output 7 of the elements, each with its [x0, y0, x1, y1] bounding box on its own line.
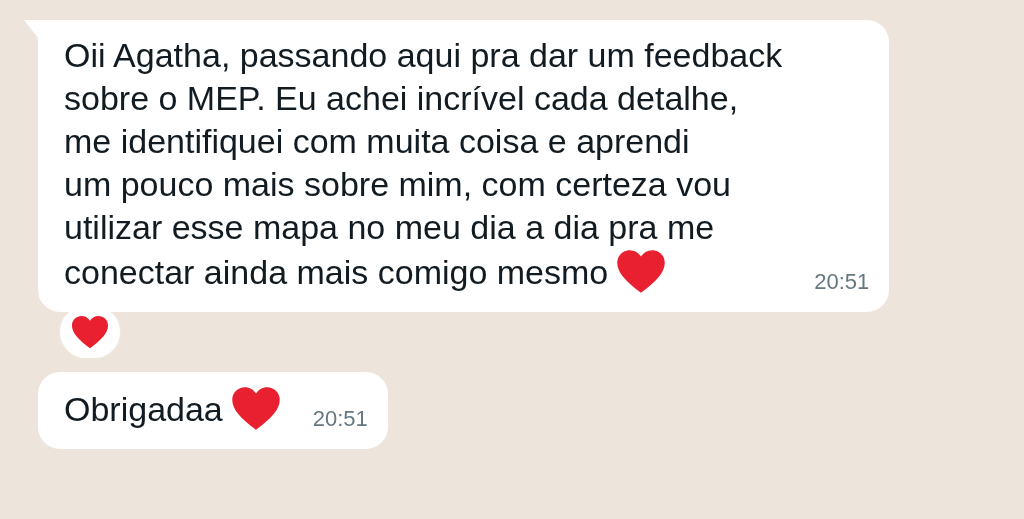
- message-time: 20:51: [312, 405, 368, 433]
- message-text: Obrigadaa: [64, 389, 223, 430]
- heart-icon: [616, 249, 667, 294]
- heart-icon: [71, 314, 109, 350]
- message-time: 20:51: [814, 268, 870, 296]
- heart-icon: [230, 386, 281, 431]
- message-text: conectar ainda mais comigo mesmo: [64, 252, 609, 293]
